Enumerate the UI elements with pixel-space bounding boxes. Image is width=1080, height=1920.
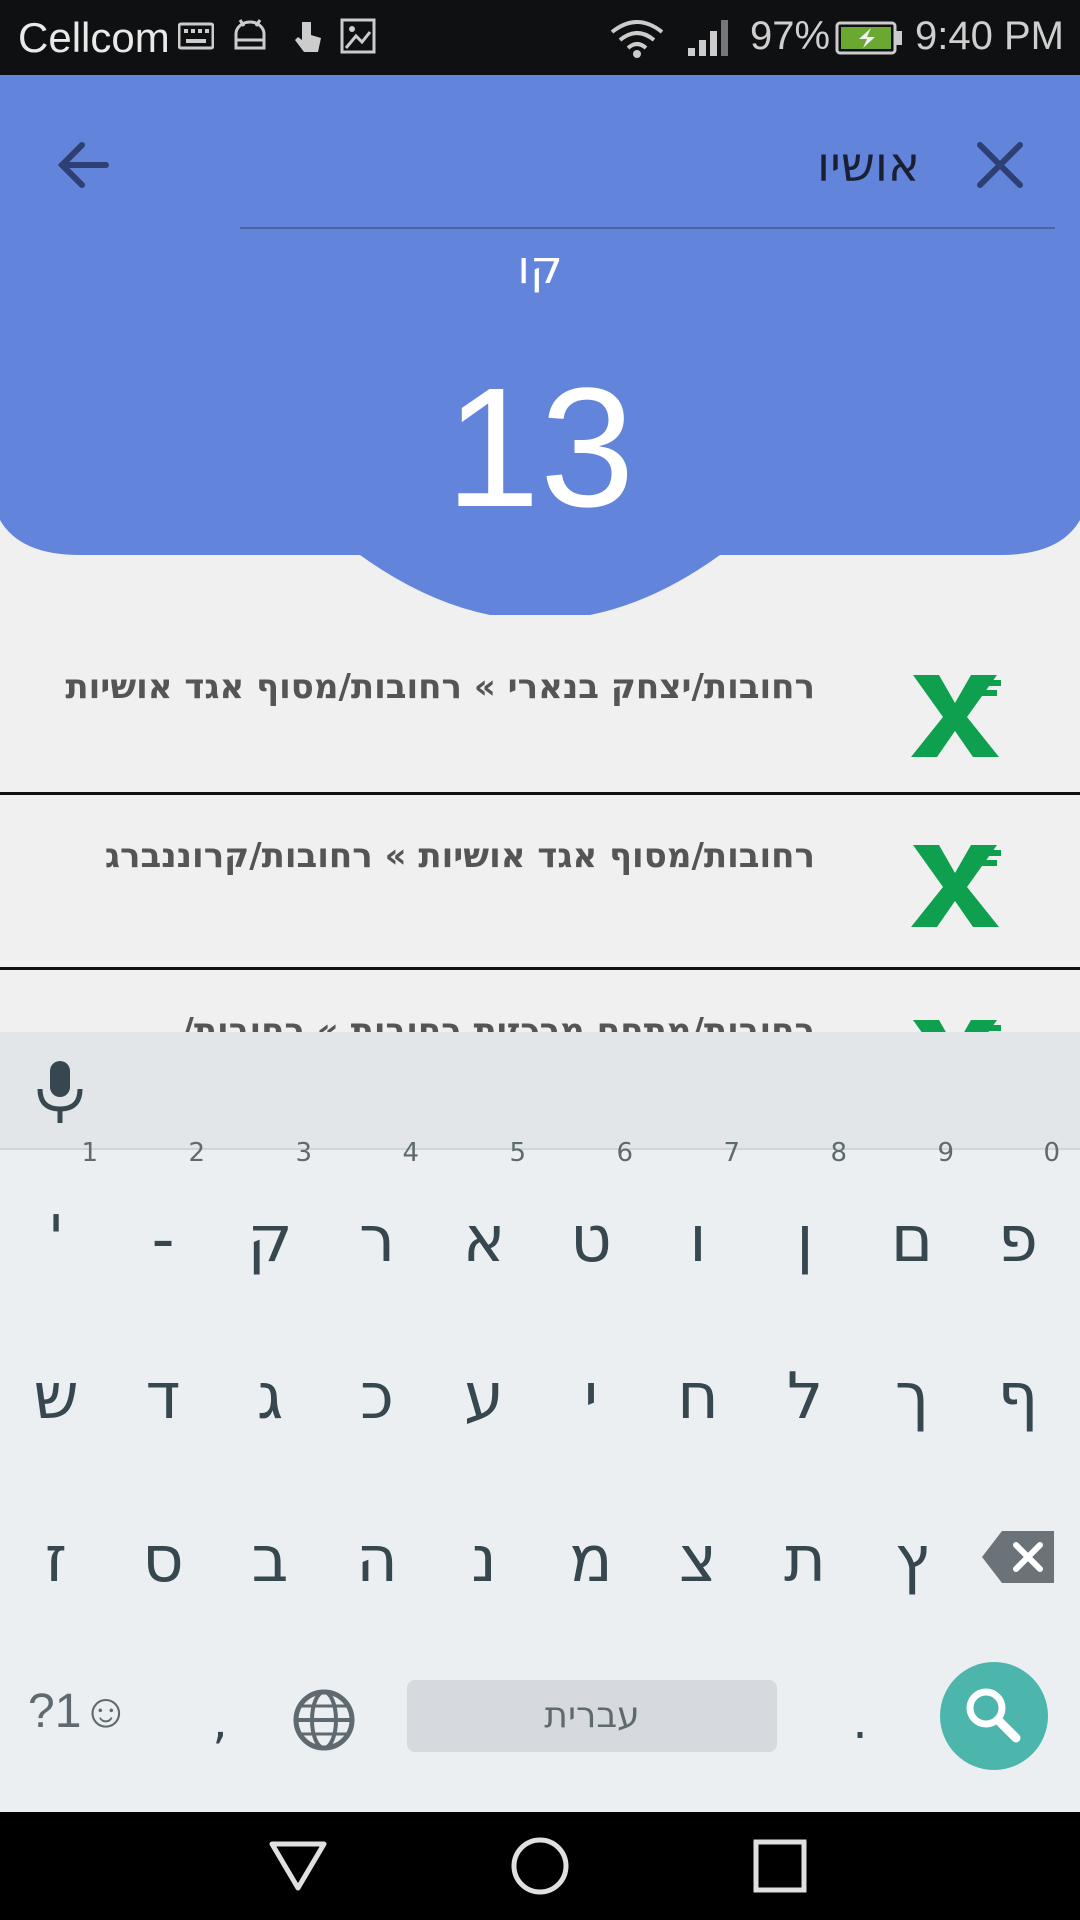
wifi-icon xyxy=(610,20,664,58)
line-label: קו xyxy=(517,240,563,294)
key[interactable]: ש xyxy=(6,1337,106,1457)
globe-icon[interactable] xyxy=(292,1688,356,1752)
space-key[interactable]: עברית xyxy=(407,1680,777,1752)
key[interactable]: ר4 xyxy=(327,1140,427,1300)
key[interactable]: ם9 xyxy=(862,1140,962,1300)
key[interactable]: ף xyxy=(968,1337,1068,1457)
key[interactable]: ז xyxy=(6,1500,106,1620)
key[interactable]: י xyxy=(541,1337,641,1457)
search-header: קו 13 xyxy=(0,75,1080,615)
key[interactable]: ו7 xyxy=(648,1140,748,1300)
key[interactable]: ק3 xyxy=(220,1140,320,1300)
key[interactable]: ך xyxy=(862,1337,962,1457)
search-action-button[interactable] xyxy=(940,1662,1048,1770)
search-icon xyxy=(966,1688,1021,1743)
route-text: רחובות/מסוף אגד אושיות » רחובות/קרוננברג xyxy=(104,836,815,876)
carrier-name: Cellcom xyxy=(18,14,170,61)
route-list-item[interactable]: רחובות/יצחק בנארי » רחובות/מסוף אגד אושי… xyxy=(0,640,1080,795)
key[interactable]: ת xyxy=(755,1500,855,1620)
key[interactable]: ע xyxy=(434,1337,534,1457)
comma-key[interactable]: , xyxy=(170,1662,270,1782)
battery-percentage: 97% xyxy=(750,14,831,58)
signal-icon xyxy=(688,20,728,56)
egged-logo-icon xyxy=(911,675,1001,757)
clear-search-icon[interactable] xyxy=(965,130,1035,200)
navigation-bar xyxy=(0,1812,1080,1920)
microphone-icon[interactable] xyxy=(30,1057,90,1127)
key[interactable]: ן8 xyxy=(755,1140,855,1300)
key[interactable]: ח xyxy=(648,1337,748,1457)
key[interactable]: ה xyxy=(327,1500,427,1620)
period-key[interactable]: . xyxy=(810,1662,910,1782)
key[interactable]: ' 1 xyxy=(6,1140,106,1300)
recents-nav-icon[interactable] xyxy=(752,1838,808,1894)
touch-icon xyxy=(295,22,321,52)
key[interactable]: צ xyxy=(648,1500,748,1620)
keyboard-icon xyxy=(178,22,214,50)
status-bar: Cellcom 97% 9:40 PM xyxy=(0,0,1080,75)
key[interactable]: פ0 xyxy=(968,1140,1068,1300)
search-underline xyxy=(240,227,1055,229)
image-icon xyxy=(340,18,376,54)
clock: 9:40 PM xyxy=(915,14,1064,58)
key[interactable]: א5 xyxy=(434,1140,534,1300)
search-input[interactable] xyxy=(240,115,920,215)
key[interactable]: -2 xyxy=(113,1140,213,1300)
android-debug-icon xyxy=(234,19,266,50)
symbols-key[interactable]: ?1☺ xyxy=(28,1684,130,1739)
keyboard-suggestion-strip xyxy=(0,1032,1080,1150)
egged-logo-icon xyxy=(911,845,1001,927)
back-nav-icon[interactable] xyxy=(268,1838,328,1894)
back-arrow-icon[interactable] xyxy=(50,130,120,200)
key[interactable]: ל xyxy=(755,1337,855,1457)
key[interactable]: ט6 xyxy=(541,1140,641,1300)
battery-charging-icon xyxy=(835,21,902,55)
key[interactable]: ד xyxy=(113,1337,213,1457)
key[interactable]: ב xyxy=(220,1500,320,1620)
route-text: רחובות/יצחק בנארי » רחובות/מסוף אגד אושי… xyxy=(65,667,815,707)
home-nav-icon[interactable] xyxy=(510,1836,570,1896)
soft-keyboard: פ0 ם9 ן8 ו7 ט6 א5 ר4 ק3 -2 ' 1 ף ך ל ח י … xyxy=(0,1032,1080,1812)
key[interactable]: ג xyxy=(220,1337,320,1457)
key[interactable]: ץ xyxy=(862,1500,962,1620)
backspace-icon[interactable] xyxy=(980,1527,1060,1587)
line-number: 13 xyxy=(445,353,635,543)
key[interactable]: מ xyxy=(541,1500,641,1620)
key[interactable]: נ xyxy=(434,1500,534,1620)
route-list-item[interactable]: רחובות/מסוף אגד אושיות » רחובות/קרוננברג xyxy=(0,795,1080,970)
key[interactable]: כ xyxy=(327,1337,427,1457)
key[interactable]: ס xyxy=(113,1500,213,1620)
